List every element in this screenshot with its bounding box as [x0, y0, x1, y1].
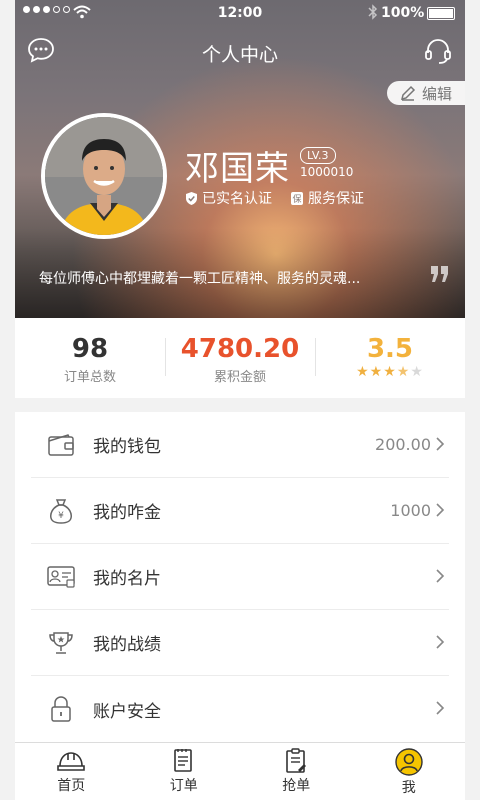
menu-item-business-card[interactable]: 我的名片: [31, 544, 449, 610]
user-id: 1000010: [300, 165, 354, 179]
guarantee-badge: 保 服务保证: [290, 188, 364, 208]
wallet-icon: [43, 433, 79, 456]
headset-icon[interactable]: [423, 36, 453, 70]
tab-bar: 首页 订单 抢单 我: [15, 742, 465, 800]
shield-check-icon: [186, 191, 197, 205]
rating-value: 3.5: [366, 334, 414, 364]
avatar[interactable]: [41, 113, 167, 239]
menu-item-label: 账户安全: [93, 701, 161, 722]
tab-me[interactable]: 我: [353, 743, 466, 800]
profile-header-background: 12:00 100% 个人中心 编辑 邓国荣 LV.3 1000010 已实名认…: [15, 0, 465, 318]
menu-item-label: 我的钱包: [93, 437, 161, 457]
menu-item-label: 我的咋金: [93, 503, 161, 523]
stat-value: 98: [71, 334, 109, 364]
tab-label: 订单: [169, 778, 198, 794]
battery-icon: [427, 7, 455, 20]
verified-badge: 已实名认证: [185, 188, 272, 208]
menu-item-value: 200.00: [375, 435, 431, 454]
stat-total-orders[interactable]: 98 订单总数: [15, 318, 165, 398]
stats-panel: 98 订单总数 4780.20 累积金额 3.5 ★★★★★: [15, 318, 465, 398]
menu-list: 我的钱包 200.00 ¥ 我的咋金 1000 我的名片 我的战绩 账户安全: [15, 412, 465, 742]
battery-percent: 100%: [381, 5, 425, 21]
money-bag-icon: ¥: [43, 498, 79, 524]
chevron-right-icon: [436, 635, 445, 649]
stat-label: 订单总数: [63, 370, 116, 385]
star-icon: ★: [383, 364, 397, 380]
star-icon: ★: [396, 364, 411, 380]
hardhat-icon: [57, 752, 86, 771]
menu-item-label: 我的名片: [93, 569, 161, 589]
chevron-right-icon: [436, 503, 445, 517]
stat-rating[interactable]: 3.5 ★★★★★: [315, 318, 465, 398]
svg-text:¥: ¥: [58, 511, 64, 521]
status-bar: 12:00 100%: [15, 0, 465, 28]
guarantee-icon: 保: [291, 191, 303, 205]
star-icon: ★: [410, 364, 424, 380]
motto-text: 每位师傅心中都埋藏着一颗工匠精神、服务的灵魂...: [39, 271, 361, 287]
verified-label: 已实名认证: [202, 191, 272, 207]
tab-label: 抢单: [282, 778, 311, 794]
menu-item-deposit[interactable]: ¥ 我的咋金 1000: [31, 478, 449, 544]
menu-item-achievements[interactable]: 我的战绩: [31, 610, 449, 676]
document-icon: [173, 749, 192, 772]
rating-stars: ★★★★★: [315, 364, 465, 380]
tab-label: 首页: [57, 778, 86, 794]
quote-icon: [431, 266, 448, 282]
stat-value: 4780.20: [180, 334, 300, 364]
user-icon: [395, 748, 423, 776]
tab-label: 我: [401, 780, 416, 796]
star-icon: ★: [356, 364, 370, 380]
level-badge: LV.3: [300, 147, 336, 164]
menu-item-wallet[interactable]: 我的钱包 200.00: [31, 412, 449, 478]
stat-label: 累积金额: [213, 370, 266, 385]
user-name: 邓国荣: [185, 149, 290, 189]
menu-item-account-security[interactable]: 账户安全: [31, 676, 449, 742]
tab-home[interactable]: 首页: [15, 743, 128, 800]
page-title: 个人中心: [201, 44, 278, 66]
menu-item-label: 我的战绩: [93, 635, 161, 655]
star-icon: ★: [369, 364, 384, 380]
business-card-icon: [43, 565, 79, 588]
edit-label: 编辑: [421, 84, 452, 103]
chevron-right-icon: [436, 701, 445, 715]
clipboard-icon: [286, 748, 307, 773]
trophy-icon: [43, 631, 79, 655]
bluetooth-icon: [368, 4, 378, 20]
edit-profile-button[interactable]: 编辑: [387, 81, 465, 105]
pencil-icon: [400, 85, 416, 101]
guarantee-label: 服务保证: [308, 191, 364, 207]
stat-total-amount[interactable]: 4780.20 累积金额: [165, 318, 315, 398]
lock-icon: [43, 696, 79, 722]
svg-text:保: 保: [292, 193, 301, 205]
chevron-right-icon: [436, 569, 445, 583]
chevron-right-icon: [436, 437, 445, 451]
tab-orders[interactable]: 订单: [128, 743, 241, 800]
menu-item-value: 1000: [390, 501, 431, 520]
tab-grab-orders[interactable]: 抢单: [240, 743, 353, 800]
